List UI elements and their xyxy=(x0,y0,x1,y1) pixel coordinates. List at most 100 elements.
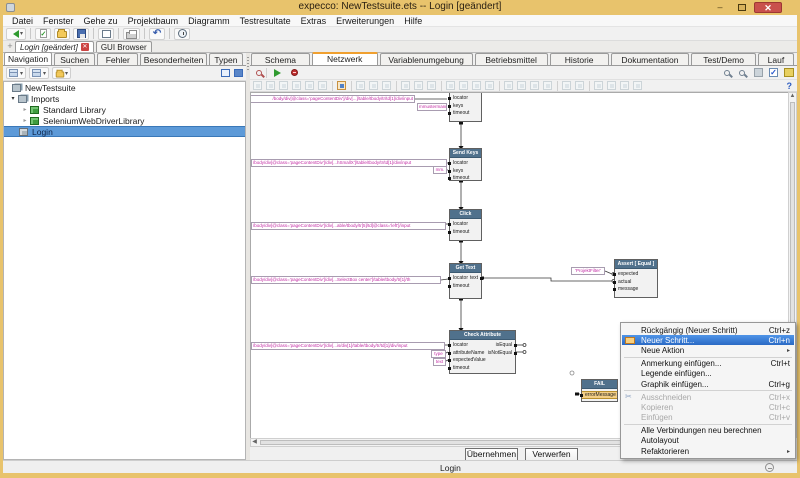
input-pin[interactable] xyxy=(448,359,451,362)
diagram-tool-icon[interactable] xyxy=(530,81,539,90)
tree-filter-dropdown[interactable]: ▾ xyxy=(29,67,49,79)
input-pin[interactable] xyxy=(448,223,451,226)
diagram-tool-icon[interactable] xyxy=(401,81,410,90)
close-button[interactable]: ✕ xyxy=(754,2,782,13)
context-item-autolayout[interactable]: Autolayout xyxy=(622,436,794,446)
save-tree-icon[interactable] xyxy=(234,69,243,77)
input-pin[interactable] xyxy=(613,273,616,276)
new-window-button[interactable] xyxy=(98,28,114,40)
collapsed-arrow-icon[interactable]: ▸ xyxy=(20,117,30,124)
diagram-tool-icon[interactable] xyxy=(517,81,526,90)
input-pin[interactable] xyxy=(448,105,451,108)
tab-netzwerk[interactable]: Netzwerk xyxy=(312,52,378,65)
maximize-button[interactable] xyxy=(734,2,750,13)
tree-item-seleniumwebdriverlibrary[interactable]: ▸SeleniumWebDriverLibrary xyxy=(4,115,245,126)
menu-fenster[interactable]: Fenster xyxy=(38,16,79,26)
tree-item-standard-library[interactable]: ▸Standard Library xyxy=(4,104,245,115)
diagram-tool-icon[interactable] xyxy=(633,81,642,90)
input-pin[interactable] xyxy=(448,177,451,180)
context-item-rückgängig-neuer-schritt[interactable]: Rückgängig (Neuer Schritt)Ctrl+z xyxy=(622,325,794,335)
value-label[interactable]: /body/div[@class='pageContentDiv']/div[.… xyxy=(250,95,415,103)
input-pin[interactable] xyxy=(448,367,451,370)
node-click[interactable]: Clicklocatortimeout xyxy=(449,209,482,241)
context-item-anmerkung-einfügen[interactable]: Anmerkung einfügen...Ctrl+t xyxy=(622,359,794,369)
diagram-tool-icon[interactable] xyxy=(543,81,552,90)
input-pin[interactable] xyxy=(448,162,451,165)
diagram-tool-icon[interactable] xyxy=(369,81,378,90)
tab-betriebsmittel[interactable]: Betriebsmittel xyxy=(475,53,548,65)
accept-button[interactable] xyxy=(35,28,51,40)
input-pin[interactable] xyxy=(448,231,451,234)
diagram-tool-icon[interactable] xyxy=(562,81,571,90)
input-pin[interactable] xyxy=(580,394,583,397)
output-pin[interactable] xyxy=(514,352,517,355)
context-item-refaktorieren[interactable]: Refaktorieren▸ xyxy=(622,446,794,456)
input-pin[interactable] xyxy=(613,281,616,284)
expanded-arrow-icon[interactable]: ▾ xyxy=(8,95,18,102)
input-pin[interactable] xyxy=(448,352,451,355)
tab-navigation[interactable]: Navigation xyxy=(4,52,52,65)
collapsed-arrow-icon[interactable]: ▸ xyxy=(20,106,30,113)
tab-historie[interactable]: Historie xyxy=(550,53,609,65)
diagram-tool-icon[interactable] xyxy=(620,81,629,90)
history-button[interactable] xyxy=(174,28,190,40)
diagram-tool-icon[interactable] xyxy=(292,81,301,90)
node-assert-equal[interactable]: Assert [ Equal ]expectedactualmessage xyxy=(614,259,658,298)
input-pin[interactable] xyxy=(448,277,451,280)
value-label[interactable]: text xyxy=(433,358,446,366)
context-item-neuer-schritt[interactable]: Neuer Schritt...Ctrl+n xyxy=(622,335,794,345)
diagram-tool-icon[interactable] xyxy=(337,81,346,90)
diagram-tool-icon[interactable] xyxy=(446,81,455,90)
tree-item-imports[interactable]: ▾Imports xyxy=(4,93,245,104)
context-item-graphik-einfügen[interactable]: Graphik einfügen...Ctrl+g xyxy=(622,379,794,389)
diagram-tool-icon[interactable] xyxy=(485,81,494,90)
input-pin[interactable] xyxy=(448,344,451,347)
doc-tab-login-geändert[interactable]: Login [geändert]✕ xyxy=(15,41,94,52)
run-icon[interactable] xyxy=(274,69,285,77)
tab-schema[interactable]: Schema xyxy=(251,53,310,65)
diagram-tool-icon[interactable] xyxy=(472,81,481,90)
sticky-note-icon[interactable] xyxy=(784,68,794,77)
menu-hilfe[interactable]: Hilfe xyxy=(399,16,427,26)
context-item-alle-verbindungen-neu-berechnen[interactable]: Alle Verbindungen neu berechnen xyxy=(622,426,794,436)
menu-extras[interactable]: Extras xyxy=(296,16,332,26)
menu-testresultate[interactable]: Testresultate xyxy=(235,16,296,26)
diagram-tool-icon[interactable] xyxy=(382,81,391,90)
value-label[interactable]: /body/div[@class='pageContentDiv']/div[.… xyxy=(251,159,447,167)
detach-window-icon[interactable] xyxy=(221,69,230,77)
value-label[interactable]: /body/div[@class='pageContentDiv']/div[.… xyxy=(251,342,445,350)
menu-projektbaum[interactable]: Projektbaum xyxy=(123,16,184,26)
minimize-button[interactable]: – xyxy=(712,2,728,13)
context-item-legende-einfügen[interactable]: Legende einfügen... xyxy=(622,369,794,379)
input-pin[interactable] xyxy=(448,285,451,288)
fit-view-icon[interactable] xyxy=(754,68,763,77)
diagram-tool-icon[interactable] xyxy=(427,81,436,90)
save-button[interactable] xyxy=(73,28,89,40)
node-fail[interactable]: FAILerrorMessage xyxy=(581,379,618,402)
output-pin[interactable] xyxy=(480,277,483,280)
node-get-text[interactable]: Get Textlocatortexttimeout xyxy=(449,263,482,299)
scroll-up-icon[interactable]: ▲ xyxy=(789,93,796,100)
diagram-tool-icon[interactable] xyxy=(575,81,584,90)
menu-datei[interactable]: Datei xyxy=(7,16,38,26)
value-label[interactable]: /body/div[@class='pageContentDiv']/div[.… xyxy=(251,222,446,230)
diagram-tool-icon[interactable] xyxy=(414,81,423,90)
input-pin[interactable] xyxy=(448,97,451,100)
tree-item-login[interactable]: Login xyxy=(4,126,245,137)
diagram-tool-icon[interactable] xyxy=(253,81,262,90)
value-label[interactable]: 'ProjektFilter' xyxy=(571,267,605,275)
value-label[interactable]: type xyxy=(431,350,446,358)
input-pin[interactable] xyxy=(613,288,616,291)
tab-test-demo[interactable]: Test/Demo xyxy=(691,53,756,65)
tab-besonderheiten[interactable]: Besonderheiten xyxy=(140,53,206,65)
doc-tab-gui-browser[interactable]: GUI Browser xyxy=(96,41,152,52)
breakpoint-icon[interactable] xyxy=(291,69,298,76)
output-pin[interactable] xyxy=(514,344,517,347)
tab-lauf[interactable]: Lauf xyxy=(758,53,794,65)
open-button[interactable] xyxy=(54,28,70,40)
tab-suchen[interactable]: Suchen xyxy=(54,53,95,65)
node-step-top[interactable]: locatorkeystimeout xyxy=(449,92,482,122)
zoom-out-icon[interactable] xyxy=(739,70,745,76)
tab-variablenumgebung[interactable]: Variablenumgebung xyxy=(380,53,473,65)
help-icon[interactable]: ? xyxy=(787,81,795,91)
